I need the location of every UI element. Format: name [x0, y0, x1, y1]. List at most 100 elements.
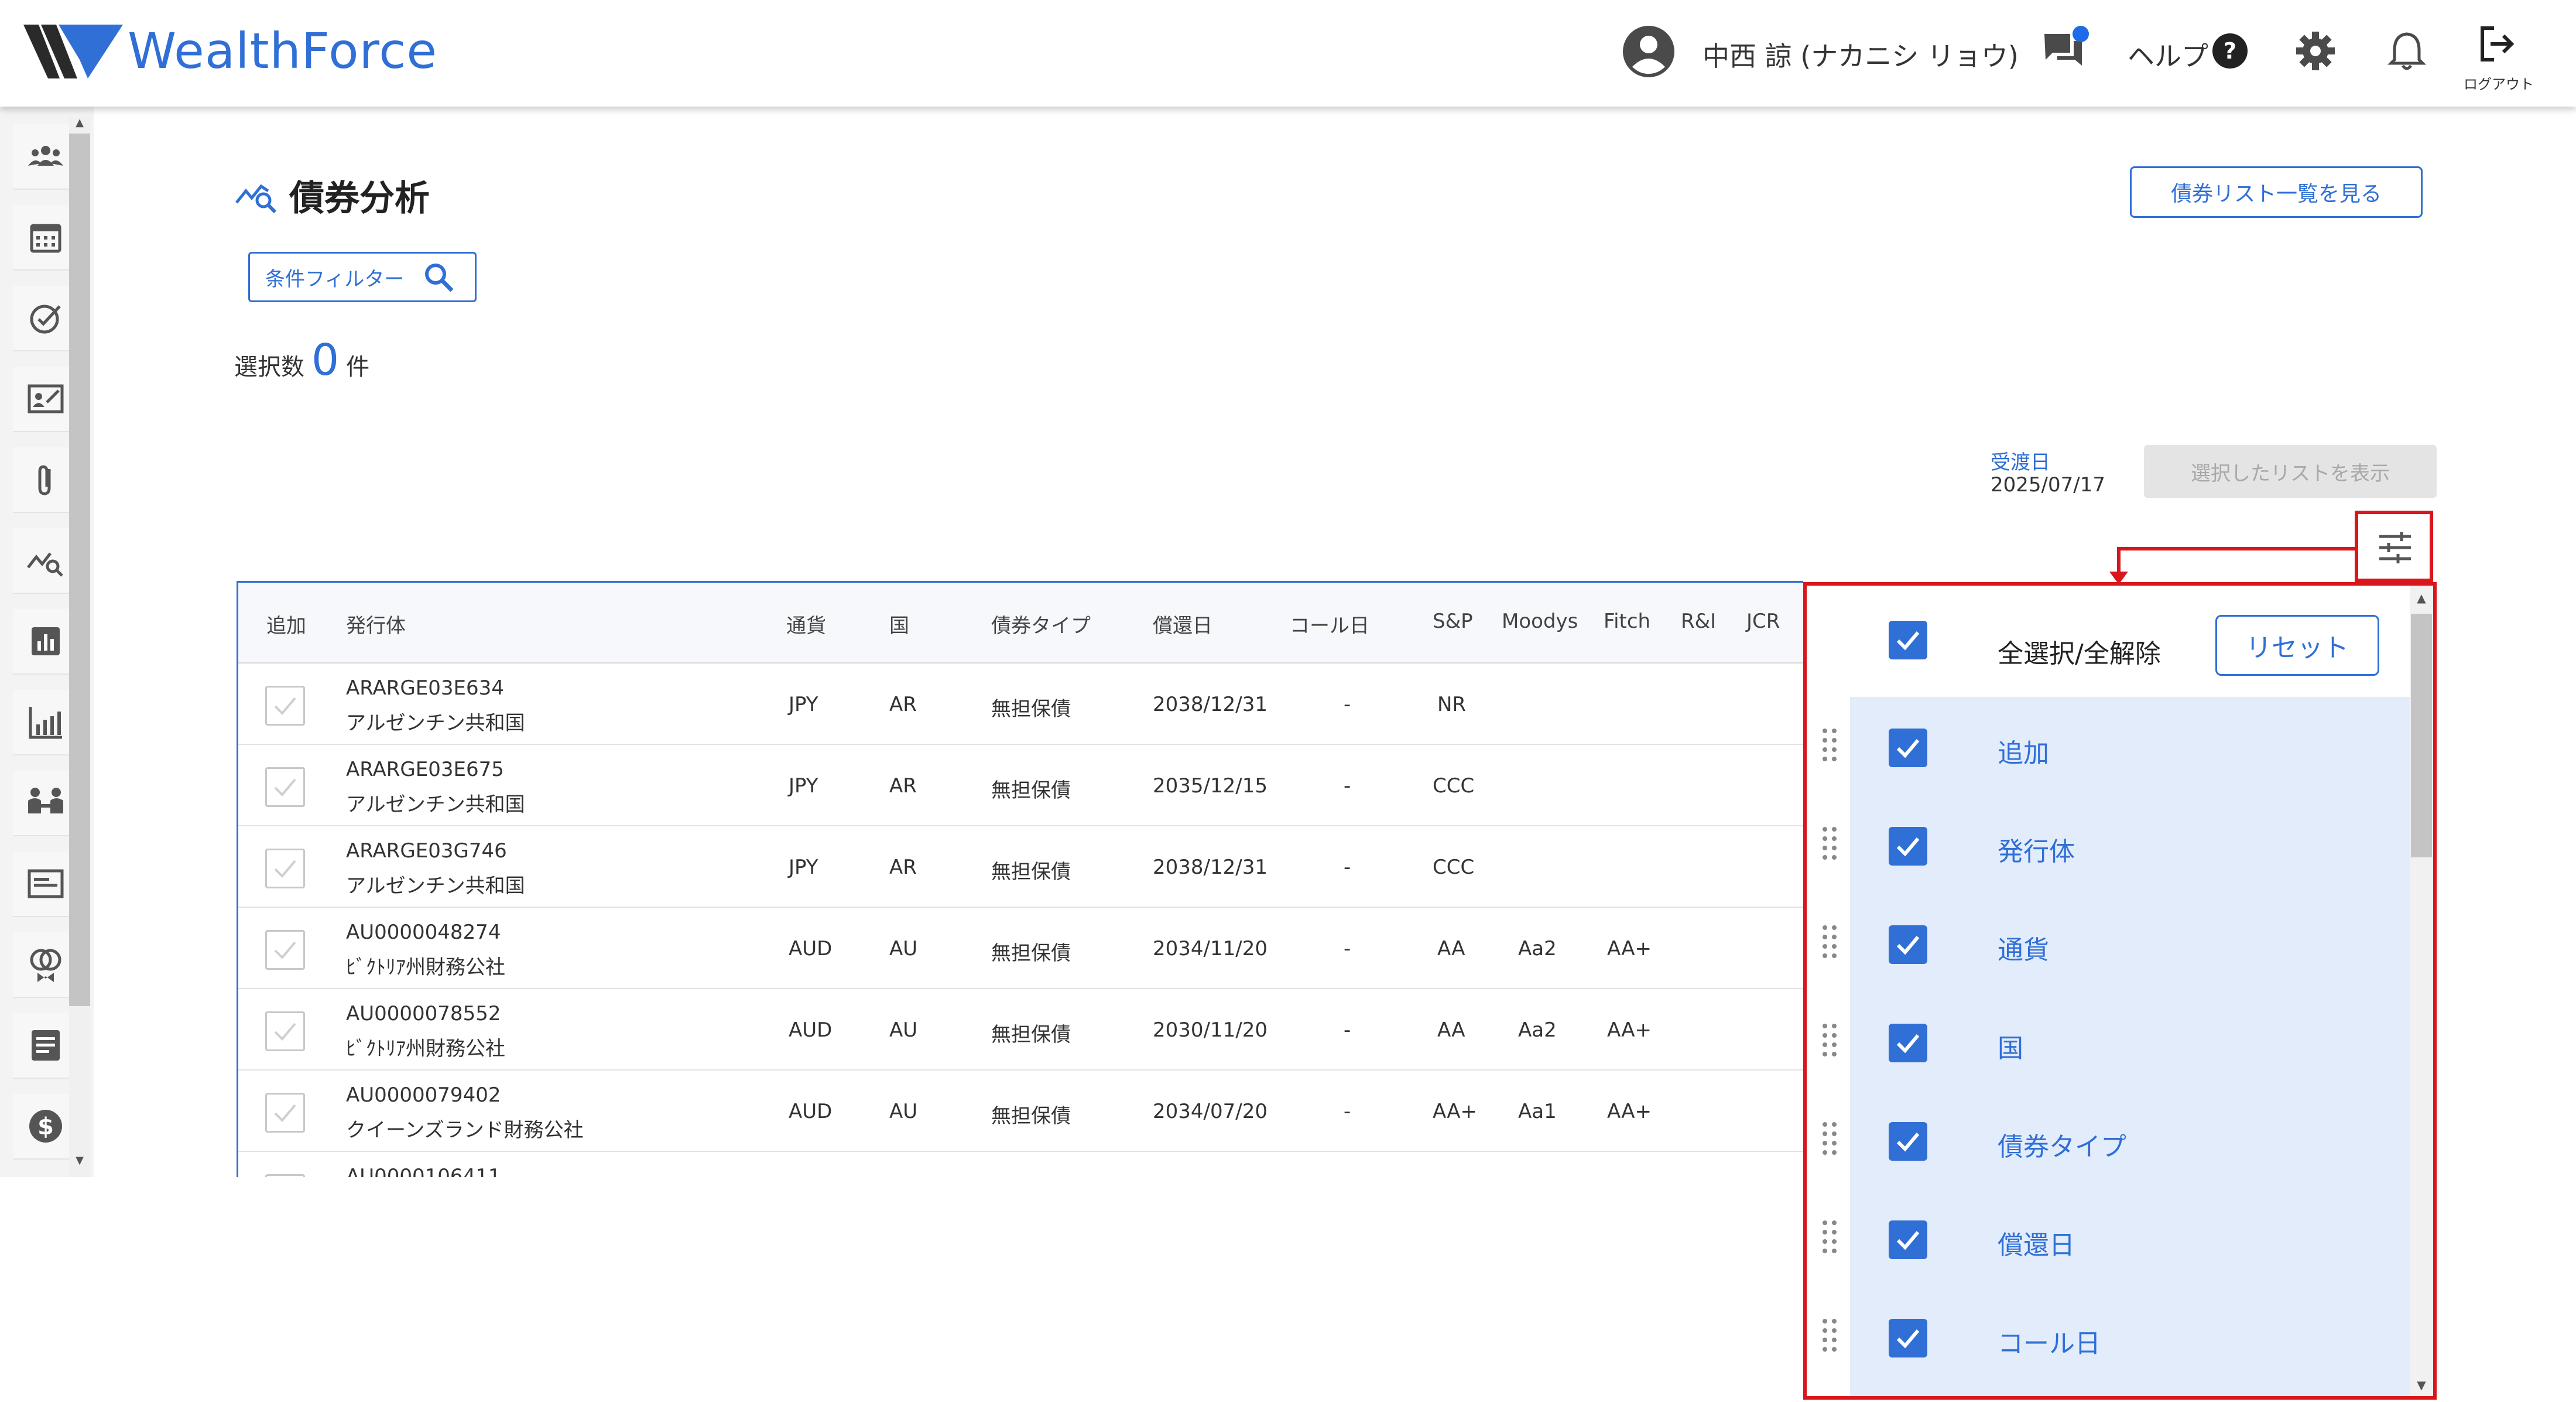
column-option-label: 発行体 [1998, 837, 2075, 867]
column-option-maturity[interactable]: 償還日 [1807, 1189, 2410, 1287]
column-header-ri[interactable]: R&I [1681, 610, 1716, 633]
currency-cell: AUD [789, 1018, 833, 1042]
maturity-cell: 2038/12/31 [1153, 856, 1268, 879]
column-header-country[interactable]: 国 [889, 610, 909, 638]
selection-count-number: 0 [311, 335, 340, 385]
sp-rating-cell: CCC [1433, 856, 1475, 879]
column-panel-scroll-down[interactable]: ▼ [2410, 1375, 2433, 1395]
bond-type-cell: 無担保債 [991, 942, 1071, 965]
column-settings-header: 全選択/全解除 リセット [1807, 586, 2410, 695]
selection-count-label: 選択数 [234, 354, 304, 381]
drag-handle-icon[interactable] [1820, 1218, 1839, 1257]
fitch-rating-cell: AA+ [1607, 937, 1652, 960]
help-icon[interactable]: ? [2212, 33, 2248, 69]
issuer-name: ﾋﾞｸﾄﾘｱ州財務公社 [346, 956, 505, 979]
drag-handle-icon[interactable] [1820, 825, 1839, 863]
column-option-currency[interactable]: 通貨 [1807, 894, 2410, 992]
column-header-fitch[interactable]: Fitch [1604, 610, 1650, 633]
column-option-add[interactable]: 追加 [1807, 697, 2410, 795]
country-cell: AR [889, 774, 917, 798]
drag-handle-icon[interactable] [1820, 1021, 1839, 1060]
column-checkbox[interactable] [1889, 827, 1927, 866]
gear-icon[interactable] [2295, 30, 2336, 71]
column-checkbox[interactable] [1889, 1220, 1927, 1259]
bell-icon[interactable] [2386, 29, 2427, 73]
column-checkbox[interactable] [1889, 1319, 1927, 1357]
add-checkbox[interactable] [265, 849, 305, 888]
column-checkbox[interactable] [1889, 1122, 1927, 1161]
column-settings-icon[interactable] [2377, 529, 2413, 566]
moodys-rating-cell: Aa2 [1518, 937, 1557, 960]
add-checkbox[interactable] [265, 686, 305, 726]
show-selected-list-button[interactable]: 選択したリストを表示 [2144, 445, 2437, 498]
calendar-icon [30, 224, 61, 253]
column-header-sp[interactable]: S&P [1433, 610, 1473, 633]
table-row[interactable]: AU0000048274 ﾋﾞｸﾄﾘｱ州財務公社 AUD AU 無担保債 203… [238, 908, 1803, 989]
add-checkbox[interactable] [265, 767, 305, 807]
column-header-add[interactable]: 追加 [266, 610, 306, 638]
reset-button[interactable]: リセット [2215, 615, 2379, 676]
column-option-label: 追加 [1998, 738, 2049, 768]
add-checkbox[interactable] [265, 1011, 305, 1051]
checkmark-icon [274, 941, 296, 959]
select-all-checkbox[interactable] [1889, 621, 1927, 659]
column-option-call-date[interactable]: コール日 [1807, 1287, 2410, 1386]
column-option-country[interactable]: 国 [1807, 992, 2410, 1090]
analysis-icon [27, 552, 63, 577]
drag-handle-icon[interactable] [1820, 1316, 1839, 1355]
column-checkbox[interactable] [1889, 925, 1927, 964]
add-checkbox[interactable] [265, 930, 305, 970]
logout-label[interactable]: ログアウト [2464, 73, 2534, 93]
country-cell: AU [889, 1100, 918, 1123]
column-header-moodys[interactable]: Moodys [1502, 610, 1578, 633]
select-all-label[interactable]: 全選択/全解除 [1998, 632, 2161, 670]
logout-icon[interactable] [2476, 23, 2517, 64]
country-cell: AU [889, 1018, 918, 1042]
currency-cell: JPY [789, 693, 818, 716]
column-header-bond-type[interactable]: 債券タイプ [991, 610, 1091, 638]
column-panel-scroll-thumb[interactable] [2411, 614, 2432, 857]
column-checkbox[interactable] [1889, 729, 1927, 767]
drag-handle-icon[interactable] [1820, 1120, 1839, 1158]
issuer-name: アルゼンチン共和国 [346, 793, 525, 816]
column-header-issuer[interactable]: 発行体 [346, 610, 406, 638]
delivery-date-label[interactable]: 受渡日 [1991, 446, 2050, 475]
condition-filter-button[interactable]: 条件フィルター [248, 252, 477, 302]
column-option-issuer[interactable]: 発行体 [1807, 795, 2410, 894]
user-name[interactable]: 中西 諒 (ナカニシ リョウ) [1703, 35, 2019, 74]
sidebar-scroll-up[interactable]: ▲ [69, 115, 90, 131]
column-option-bond-type[interactable]: 債券タイプ [1807, 1090, 2410, 1189]
column-option-label: 償還日 [1998, 1230, 2075, 1260]
table-row[interactable]: AU0000079402 クイーンズランド財務公社 AUD AU 無担保債 20… [238, 1071, 1803, 1152]
maturity-cell: 2038/12/31 [1153, 693, 1268, 716]
table-row[interactable]: ARARGE03E675 アルゼンチン共和国 JPY AR 無担保債 2035/… [238, 745, 1803, 826]
brand-name[interactable]: WealthForce [128, 22, 437, 80]
view-bond-list-button[interactable]: 債券リスト一覧を見る [2130, 166, 2423, 218]
column-header-jcr[interactable]: JCR [1746, 610, 1780, 633]
drag-handle-icon[interactable] [1820, 923, 1839, 962]
checkmark-icon [274, 1023, 296, 1041]
table-row[interactable]: ARARGE03E634 アルゼンチン共和国 JPY AR 無担保債 2038/… [238, 664, 1803, 745]
sidebar-scroll-down[interactable]: ▼ [69, 1153, 90, 1169]
ring-icon [30, 949, 61, 982]
sidebar-scroll-thumb[interactable] [69, 134, 90, 1006]
column-option-label: 国 [1998, 1034, 2023, 1064]
column-checkbox[interactable] [1889, 1024, 1927, 1062]
column-header-currency[interactable]: 通貨 [786, 610, 826, 638]
table-row[interactable]: AU0000078552 ﾋﾞｸﾄﾘｱ州財務公社 AUD AU 無担保債 203… [238, 989, 1803, 1071]
meeting-icon [28, 788, 63, 813]
add-checkbox[interactable] [265, 1174, 305, 1177]
bond-type-cell: 無担保債 [991, 1023, 1071, 1047]
column-panel-scroll-up[interactable]: ▲ [2410, 588, 2433, 608]
table-row[interactable]: AU0000106411 [238, 1152, 1803, 1177]
drag-handle-icon[interactable] [1820, 726, 1839, 765]
column-header-maturity[interactable]: 償還日 [1153, 610, 1212, 638]
user-avatar-icon[interactable] [1622, 25, 1676, 78]
add-checkbox[interactable] [265, 1093, 305, 1133]
column-header-call-date[interactable]: コール日 [1290, 610, 1369, 638]
table-row[interactable]: ARARGE03G746 アルゼンチン共和国 JPY AR 無担保債 2038/… [238, 826, 1803, 908]
currency-cell: JPY [789, 856, 818, 879]
issuer-name: クイーンズランド財務公社 [346, 1119, 584, 1142]
help-label[interactable]: ヘルプ [2128, 35, 2208, 74]
checkmark-icon [1896, 1231, 1920, 1250]
